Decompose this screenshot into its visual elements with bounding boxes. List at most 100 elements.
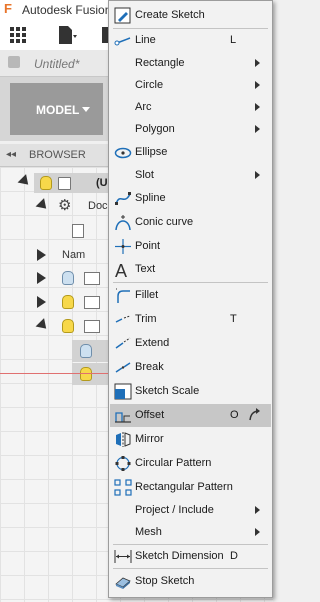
menu-item-label: Project / Include (135, 504, 214, 516)
menu-item-label: Text (135, 263, 156, 275)
submenu-arrow-icon (255, 506, 260, 514)
expand-arrow-icon[interactable] (37, 296, 46, 308)
sketch-row[interactable] (72, 340, 108, 362)
menu-item-label: Sketch Scale (135, 385, 200, 397)
menu-item-polygon[interactable]: Polygon (110, 118, 271, 141)
sketch-menu: Create Sketch Line L Rectangle Circle Ar… (108, 0, 273, 598)
menu-item-circular-pattern[interactable]: Circular Pattern (110, 452, 271, 475)
file-menu-icon[interactable] (55, 24, 77, 46)
menu-item-circle[interactable]: Circle (110, 74, 271, 97)
sketch-scale-icon (114, 383, 132, 400)
fillet-icon (116, 288, 130, 303)
menu-item-label: Sketch Dimension (135, 550, 224, 562)
menu-item-rectangle[interactable]: Rectangle (110, 52, 271, 75)
menu-item-label: Create Sketch (135, 9, 205, 21)
visibility-bulb-icon[interactable] (80, 344, 92, 358)
mirror-icon (116, 432, 131, 447)
svg-text:A: A (115, 261, 127, 278)
menu-item-label: Slot (135, 169, 154, 181)
sketch-row[interactable] (72, 363, 108, 385)
submenu-arrow-icon (255, 59, 260, 67)
menu-item-label: Circular Pattern (135, 457, 212, 469)
menu-item-label: Rectangle (135, 57, 185, 69)
fusion-logo-icon: F (4, 1, 12, 16)
menu-item-stop-sketch[interactable]: Stop Sketch (110, 570, 271, 593)
stop-sketch-icon (115, 577, 131, 589)
menu-item-slot[interactable]: Slot (110, 164, 271, 187)
submenu-arrow-icon (255, 81, 260, 89)
menu-item-shortcut: T (230, 313, 237, 325)
menu-item-label: Spline (135, 192, 166, 204)
workspace-switcher[interactable]: MODEL (10, 83, 103, 135)
menu-item-label: Stop Sketch (135, 575, 195, 587)
menu-item-trim[interactable]: Trim T (110, 308, 271, 331)
menu-separator (113, 568, 268, 569)
menu-item-conic-curve[interactable]: Conic curve (110, 211, 271, 234)
menu-item-label: Fillet (135, 289, 159, 301)
expand-arrow-icon[interactable] (35, 198, 51, 213)
document-cube-icon (8, 56, 20, 68)
expand-arrow-icon[interactable] (37, 249, 46, 261)
units-icon (72, 224, 84, 238)
menu-item-sketch-dimension[interactable]: Sketch Dimension D (110, 545, 271, 568)
folder-icon (84, 272, 100, 285)
menu-item-extend[interactable]: Extend (110, 332, 271, 355)
gear-icon: ⚙ (58, 197, 72, 214)
menu-item-project-include[interactable]: Project / Include (110, 499, 271, 522)
expand-arrow-icon[interactable] (17, 174, 33, 189)
break-icon (115, 362, 131, 373)
sketch-dimension-icon (114, 550, 132, 563)
folder-icon (84, 320, 100, 333)
visibility-bulb-icon[interactable] (40, 176, 52, 190)
expand-arrow-icon[interactable] (37, 272, 46, 284)
menu-item-label: Extend (135, 337, 170, 349)
menu-item-shortcut: L (230, 34, 237, 46)
collapse-browser-icon[interactable]: ◂◂ (6, 149, 16, 160)
rectangular-pattern-icon (114, 479, 132, 496)
named-views-label: Nam (62, 249, 86, 261)
tree-root-row[interactable]: (Un (34, 173, 114, 193)
submenu-arrow-icon (255, 125, 260, 133)
browser-label: BROWSER (29, 149, 86, 161)
menu-item-label: Point (135, 240, 161, 252)
menu-item-text[interactable]: A Text (110, 258, 271, 281)
menu-item-shortcut: O (230, 409, 239, 421)
menu-item-label: Arc (135, 101, 152, 113)
visibility-bulb-icon[interactable] (62, 295, 74, 309)
menu-item-label: Ellipse (135, 146, 168, 158)
menu-item-ellipse[interactable]: Ellipse (110, 141, 271, 164)
app-title: Autodesk Fusion (22, 3, 112, 17)
menu-item-rectangular-pattern[interactable]: Rectangular Pattern (110, 476, 271, 499)
menu-item-mirror[interactable]: Mirror (110, 428, 271, 451)
chevron-down-icon (82, 107, 90, 112)
menu-separator (113, 282, 268, 283)
spline-icon (115, 192, 131, 205)
visibility-bulb-icon[interactable] (62, 271, 74, 285)
trim-icon (115, 315, 131, 323)
menu-item-shortcut: D (230, 550, 238, 562)
menu-item-break[interactable]: Break (110, 356, 271, 379)
data-panel-grid-icon[interactable] (7, 24, 29, 46)
line-icon (114, 37, 131, 46)
visibility-bulb-icon[interactable] (62, 319, 74, 333)
menu-item-sketch-scale[interactable]: Sketch Scale (110, 380, 271, 403)
menu-item-create-sketch[interactable]: Create Sketch (110, 4, 271, 27)
menu-item-label: Break (135, 361, 164, 373)
customize-shortcut-icon[interactable] (248, 408, 262, 422)
menu-item-point[interactable]: Point (110, 235, 271, 258)
expand-arrow-icon[interactable] (35, 318, 51, 333)
menu-item-spline[interactable]: Spline (110, 187, 271, 210)
menu-item-fillet[interactable]: Fillet (110, 284, 271, 307)
visibility-bulb-icon[interactable] (80, 367, 92, 381)
menu-item-arc[interactable]: Arc (110, 96, 271, 119)
menu-item-offset[interactable]: Offset O (110, 404, 271, 427)
menu-item-line[interactable]: Line L (110, 29, 271, 52)
menu-item-label: Trim (135, 313, 157, 325)
menu-item-label: Offset (135, 409, 165, 421)
offset-icon (115, 412, 131, 423)
document-title: Untitled* (34, 57, 80, 71)
conic-curve-icon (115, 215, 131, 231)
menu-item-mesh[interactable]: Mesh (110, 521, 271, 544)
component-icon (58, 177, 71, 190)
extend-icon (115, 337, 131, 349)
